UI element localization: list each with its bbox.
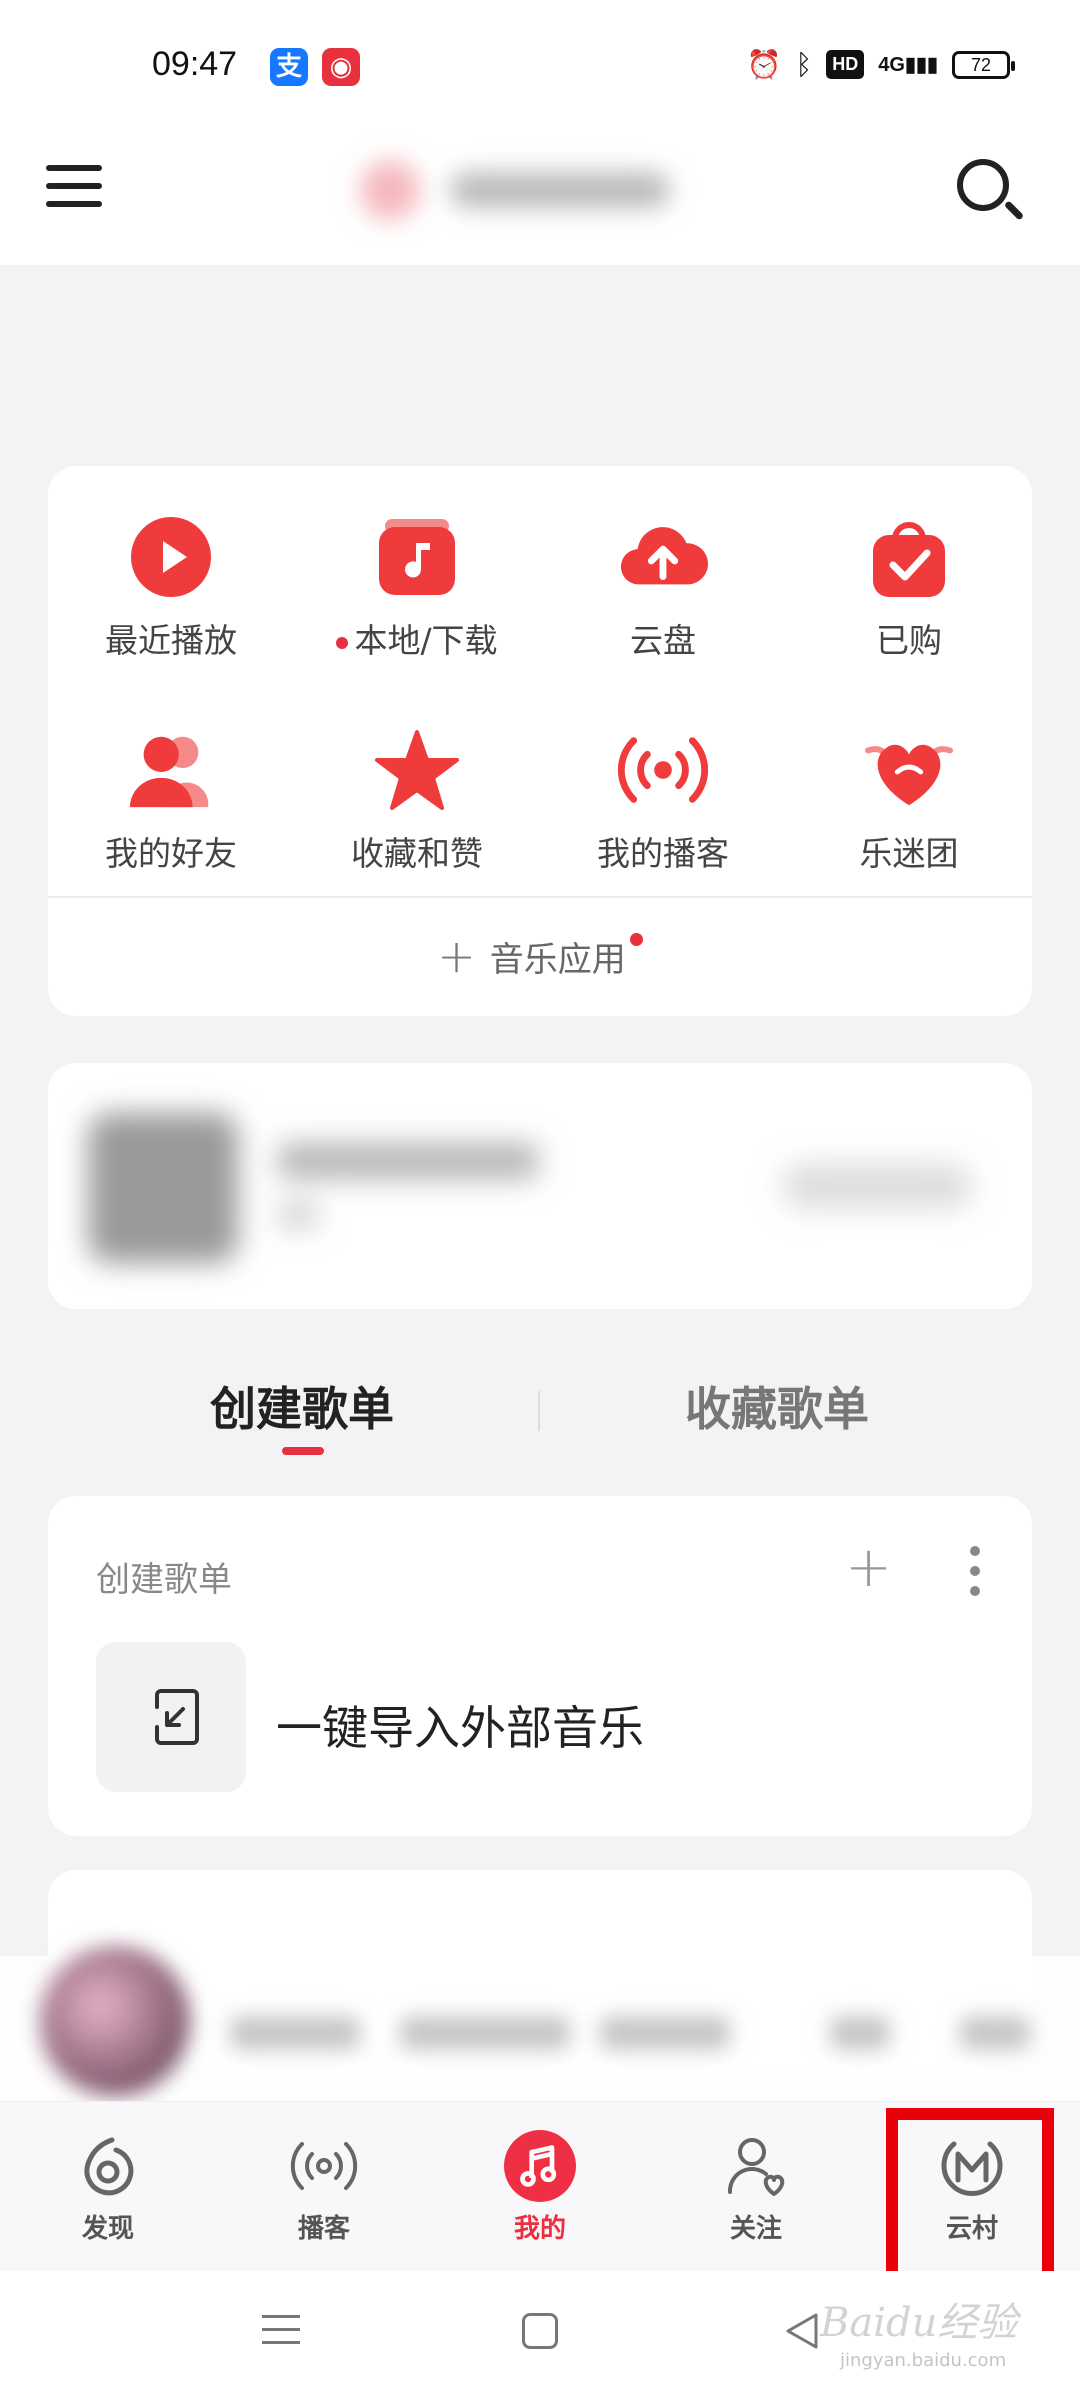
quick-item-label: 收藏和赞 xyxy=(351,834,483,873)
import-icon[interactable] xyxy=(96,1642,246,1792)
quick-item-label: 我的好友 xyxy=(105,834,237,873)
nav-label: 关注 xyxy=(729,2214,782,2244)
nav-label: 发现 xyxy=(81,2214,134,2244)
quick-item-label: 最近播放 xyxy=(105,621,237,660)
netease-music-icon: ◉ xyxy=(322,48,360,86)
hamburger-menu-icon[interactable] xyxy=(46,165,102,213)
plus-icon: + xyxy=(437,929,476,983)
quick-access-card: 最近播放 本地/下载 云盘 已购 我的好友 收藏和赞 我的播客 乐迷团 + 音乐… xyxy=(48,466,1032,1016)
more-options-icon[interactable] xyxy=(970,1546,980,1596)
nav-label: 播客 xyxy=(297,2214,350,2244)
created-playlists-card: 创建歌单 + 一键导入外部音乐 xyxy=(48,1496,1032,1836)
quick-item-purchased[interactable]: 已购 xyxy=(786,512,1032,725)
back-icon[interactable] xyxy=(782,2311,822,2355)
podcast-icon xyxy=(288,2130,360,2202)
quick-item-label: 本地/下载 xyxy=(354,621,498,660)
quick-item-label: 乐迷团 xyxy=(859,834,959,873)
import-external-music-link[interactable]: 一键导入外部音乐 xyxy=(276,1692,644,1758)
nav-follow[interactable]: 关注 xyxy=(686,2130,826,2245)
quick-item-label: 我的播客 xyxy=(597,834,729,873)
music-app-label: 音乐应用 xyxy=(489,939,626,980)
blurred-promo-card[interactable] xyxy=(48,1063,1032,1309)
album-cover[interactable] xyxy=(40,1946,190,2096)
status-bar: 09:47 支 ◉ ⏰ ᛒ HD 4G▮▮▮ 72 xyxy=(0,0,1080,120)
highlight-annotation-box xyxy=(886,2108,1054,2298)
network-label: 4G xyxy=(878,54,905,76)
alarm-icon: ⏰ xyxy=(746,49,782,80)
recent-play-icon xyxy=(126,512,216,602)
star-icon xyxy=(372,725,462,815)
new-dot xyxy=(336,636,349,649)
nav-label: 我的 xyxy=(513,2214,566,2244)
network-icon: 4G▮▮▮ xyxy=(878,54,938,76)
section-title: 创建歌单 xyxy=(96,1560,232,1600)
nav-mine[interactable]: 我的 xyxy=(470,2130,610,2245)
fan-club-heart-icon xyxy=(864,725,954,815)
status-icons: ⏰ ᛒ HD 4G▮▮▮ 72 xyxy=(746,48,1015,81)
quick-item-label: 云盘 xyxy=(630,621,696,660)
profile-name-blurred[interactable] xyxy=(360,150,720,230)
quick-item-label: 已购 xyxy=(876,621,942,660)
watermark-text: Baidu经验 xyxy=(820,2300,1018,2346)
friends-icon xyxy=(126,725,216,815)
top-header xyxy=(0,120,1080,265)
nav-discover[interactable]: 发现 xyxy=(38,2130,178,2245)
podcast-icon xyxy=(618,725,708,815)
alipay-icon: 支 xyxy=(270,48,308,86)
active-tab-indicator xyxy=(282,1447,324,1455)
search-icon[interactable] xyxy=(953,155,1025,227)
local-download-icon xyxy=(372,512,462,602)
follow-user-icon xyxy=(720,2130,792,2202)
hd-icon: HD xyxy=(826,50,865,79)
bluetooth-icon: ᛒ xyxy=(795,48,813,80)
watermark-url: jingyan.baidu.com xyxy=(840,2350,1007,2371)
cloud-upload-icon xyxy=(618,512,708,602)
home-icon[interactable] xyxy=(522,2313,558,2349)
quick-item-recent[interactable]: 最近播放 xyxy=(48,512,294,725)
mini-player[interactable] xyxy=(0,1946,1080,2101)
quick-item-local[interactable]: 本地/下载 xyxy=(294,512,540,725)
add-playlist-button[interactable]: + xyxy=(845,1540,892,1596)
music-note-icon xyxy=(504,2130,576,2202)
recent-apps-icon[interactable] xyxy=(262,2315,300,2354)
battery-icon: 72 xyxy=(952,50,1015,79)
playlist-tabs: 创建歌单 收藏歌单 xyxy=(0,1365,1080,1465)
nav-podcast[interactable]: 播客 xyxy=(254,2130,394,2245)
quick-item-cloud[interactable]: 云盘 xyxy=(540,512,786,725)
tab-collected-playlists[interactable]: 收藏歌单 xyxy=(685,1373,869,1439)
purchased-bag-icon xyxy=(864,512,954,602)
tab-created-playlists[interactable]: 创建歌单 xyxy=(210,1373,394,1439)
discover-icon xyxy=(72,2130,144,2202)
tab-separator xyxy=(538,1391,540,1431)
new-dot xyxy=(629,932,643,946)
status-time: 09:47 xyxy=(152,45,238,83)
music-app-button[interactable]: + 音乐应用 xyxy=(48,896,1032,1016)
